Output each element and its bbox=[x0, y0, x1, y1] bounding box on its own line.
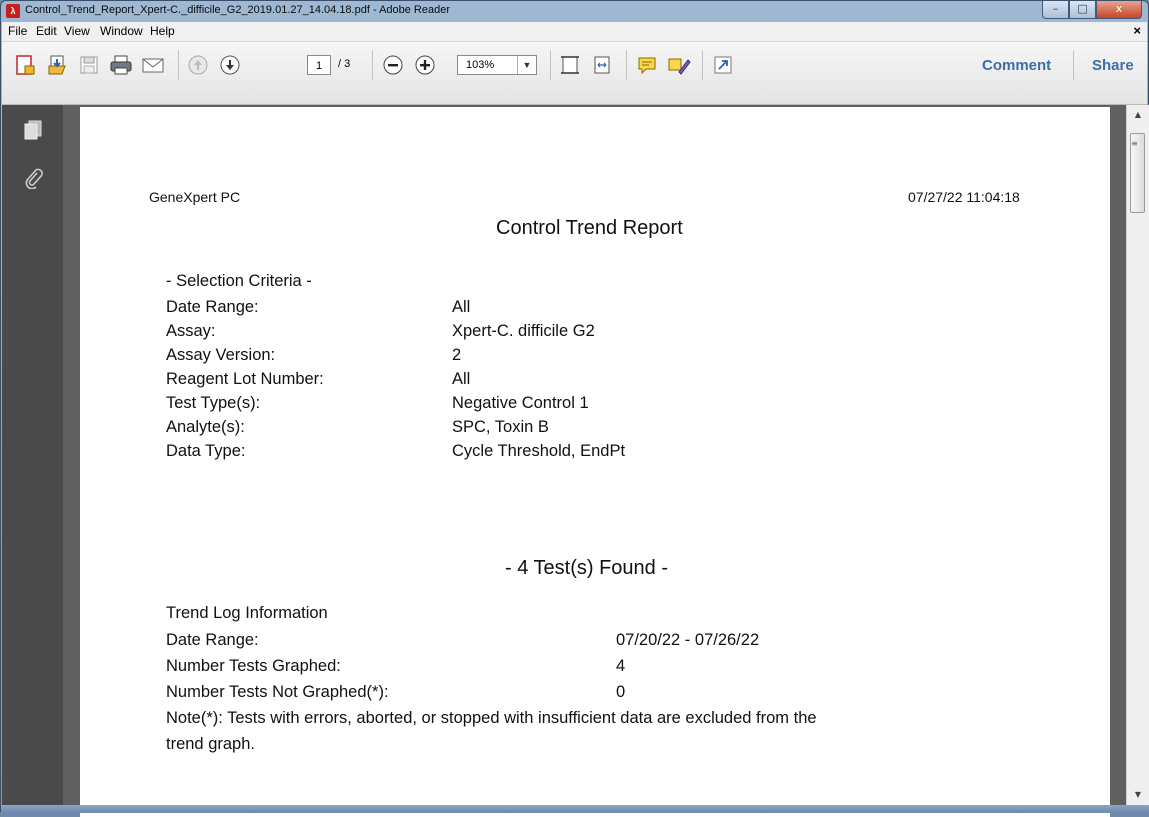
note-text: Note(*): Tests with errors, aborted, or … bbox=[166, 709, 817, 727]
close-button[interactable]: x bbox=[1096, 1, 1142, 19]
report-timestamp: 07/27/22 11:04:18 bbox=[908, 189, 1020, 205]
criteria-label: Assay Version: bbox=[166, 346, 276, 364]
criteria-label: Reagent Lot Number: bbox=[166, 370, 324, 388]
chevron-down-icon[interactable]: ▼ bbox=[517, 56, 536, 74]
trend-value: 4 bbox=[616, 657, 626, 675]
trend-label: Date Range: bbox=[166, 631, 259, 649]
criteria-value: 2 bbox=[452, 346, 462, 364]
reader-window: λ Control_Trend_Report_Xpert-C._difficil… bbox=[0, 0, 1149, 817]
previous-page-icon[interactable] bbox=[185, 52, 211, 78]
navigation-pane bbox=[2, 105, 63, 805]
comment-button[interactable]: Comment bbox=[982, 57, 1051, 74]
create-pdf-icon[interactable] bbox=[12, 52, 38, 78]
fit-page-icon[interactable] bbox=[557, 52, 583, 78]
system-name: GeneXpert PC bbox=[149, 189, 241, 205]
menu-view[interactable]: View bbox=[64, 24, 90, 38]
menu-edit[interactable]: Edit bbox=[36, 24, 57, 38]
zoom-in-icon[interactable] bbox=[412, 52, 438, 78]
title-bar: λ Control_Trend_Report_Xpert-C._difficil… bbox=[1, 1, 1148, 21]
criteria-label: Date Range: bbox=[166, 298, 259, 316]
trend-log-heading: Trend Log Information bbox=[166, 604, 328, 622]
criteria-value: SPC, Toxin B bbox=[452, 418, 549, 436]
tests-found-heading: - 4 Test(s) Found - bbox=[505, 557, 669, 579]
scroll-down-icon[interactable]: ▼ bbox=[1127, 787, 1149, 803]
criteria-label: Analyte(s): bbox=[166, 418, 245, 436]
criteria-value: Negative Control 1 bbox=[452, 394, 589, 412]
adobe-reader-icon: λ bbox=[6, 4, 20, 18]
menu-bar: File Edit View Window Help × bbox=[2, 22, 1147, 42]
pages-panel-icon[interactable] bbox=[23, 119, 43, 145]
open-file-icon[interactable] bbox=[44, 52, 70, 78]
page-number-input[interactable]: 1 bbox=[307, 55, 331, 75]
page-total: / 3 bbox=[338, 58, 351, 70]
trend-label: Number Tests Not Graphed(*): bbox=[166, 683, 389, 701]
zoom-level-value: 103% bbox=[466, 59, 495, 71]
vertical-scrollbar[interactable]: ▲ ≡ ▼ bbox=[1126, 105, 1149, 805]
report-title: Control Trend Report bbox=[496, 217, 683, 239]
maximize-button[interactable]: □ bbox=[1069, 1, 1096, 19]
toolbar-separator bbox=[178, 50, 179, 80]
share-button[interactable]: Share bbox=[1092, 57, 1134, 74]
criteria-label: Data Type: bbox=[166, 442, 246, 460]
trend-label: Number Tests Graphed: bbox=[166, 657, 341, 675]
toolbar-separator bbox=[1073, 50, 1074, 80]
trend-value: 07/20/22 - 07/26/22 bbox=[616, 631, 760, 649]
fullscreen-icon[interactable] bbox=[710, 52, 736, 78]
criteria-value: All bbox=[452, 370, 471, 388]
toolbar-separator bbox=[702, 50, 703, 80]
fit-width-icon[interactable] bbox=[589, 52, 615, 78]
toolbar-separator bbox=[550, 50, 551, 80]
window-controls: – □ x bbox=[1042, 1, 1142, 19]
close-document-icon[interactable]: × bbox=[1133, 23, 1141, 38]
attachments-panel-icon[interactable] bbox=[23, 167, 43, 193]
save-icon[interactable] bbox=[76, 52, 102, 78]
window-title: Control_Trend_Report_Xpert-C._difficile_… bbox=[25, 4, 451, 16]
scroll-up-icon[interactable]: ▲ bbox=[1127, 107, 1149, 123]
criteria-value: Cycle Threshold, EndPt bbox=[452, 442, 626, 460]
menu-window[interactable]: Window bbox=[100, 24, 143, 38]
menu-help[interactable]: Help bbox=[150, 24, 175, 38]
trend-value: 0 bbox=[616, 683, 626, 701]
criteria-label: Assay: bbox=[166, 322, 216, 340]
criteria-value: Xpert-C. difficile G2 bbox=[452, 322, 595, 340]
menu-file[interactable]: File bbox=[8, 24, 27, 38]
zoom-out-icon[interactable] bbox=[380, 52, 406, 78]
next-page-icon[interactable] bbox=[217, 52, 243, 78]
toolbar-separator bbox=[372, 50, 373, 80]
selection-criteria-heading: - Selection Criteria - bbox=[166, 272, 312, 290]
scrollbar-grip-icon: ≡ bbox=[1131, 139, 1138, 148]
document-viewport[interactable]: GeneXpert PC 07/27/22 11:04:18 Control T… bbox=[63, 105, 1126, 817]
print-icon[interactable] bbox=[108, 52, 134, 78]
zoom-level-select[interactable]: 103% ▼ bbox=[457, 55, 537, 75]
pdf-page: GeneXpert PC 07/27/22 11:04:18 Control T… bbox=[80, 107, 1110, 817]
highlight-text-icon[interactable] bbox=[666, 52, 692, 78]
toolbar-separator bbox=[626, 50, 627, 80]
minimize-button[interactable]: – bbox=[1042, 1, 1069, 19]
criteria-label: Test Type(s): bbox=[166, 394, 261, 412]
note-text-continued: trend graph. bbox=[166, 735, 255, 753]
email-icon[interactable] bbox=[140, 52, 166, 78]
toolbar: 1 / 3 103% ▼ Comment Share bbox=[2, 42, 1147, 105]
sticky-note-icon[interactable] bbox=[634, 52, 660, 78]
criteria-value: All bbox=[452, 298, 471, 316]
